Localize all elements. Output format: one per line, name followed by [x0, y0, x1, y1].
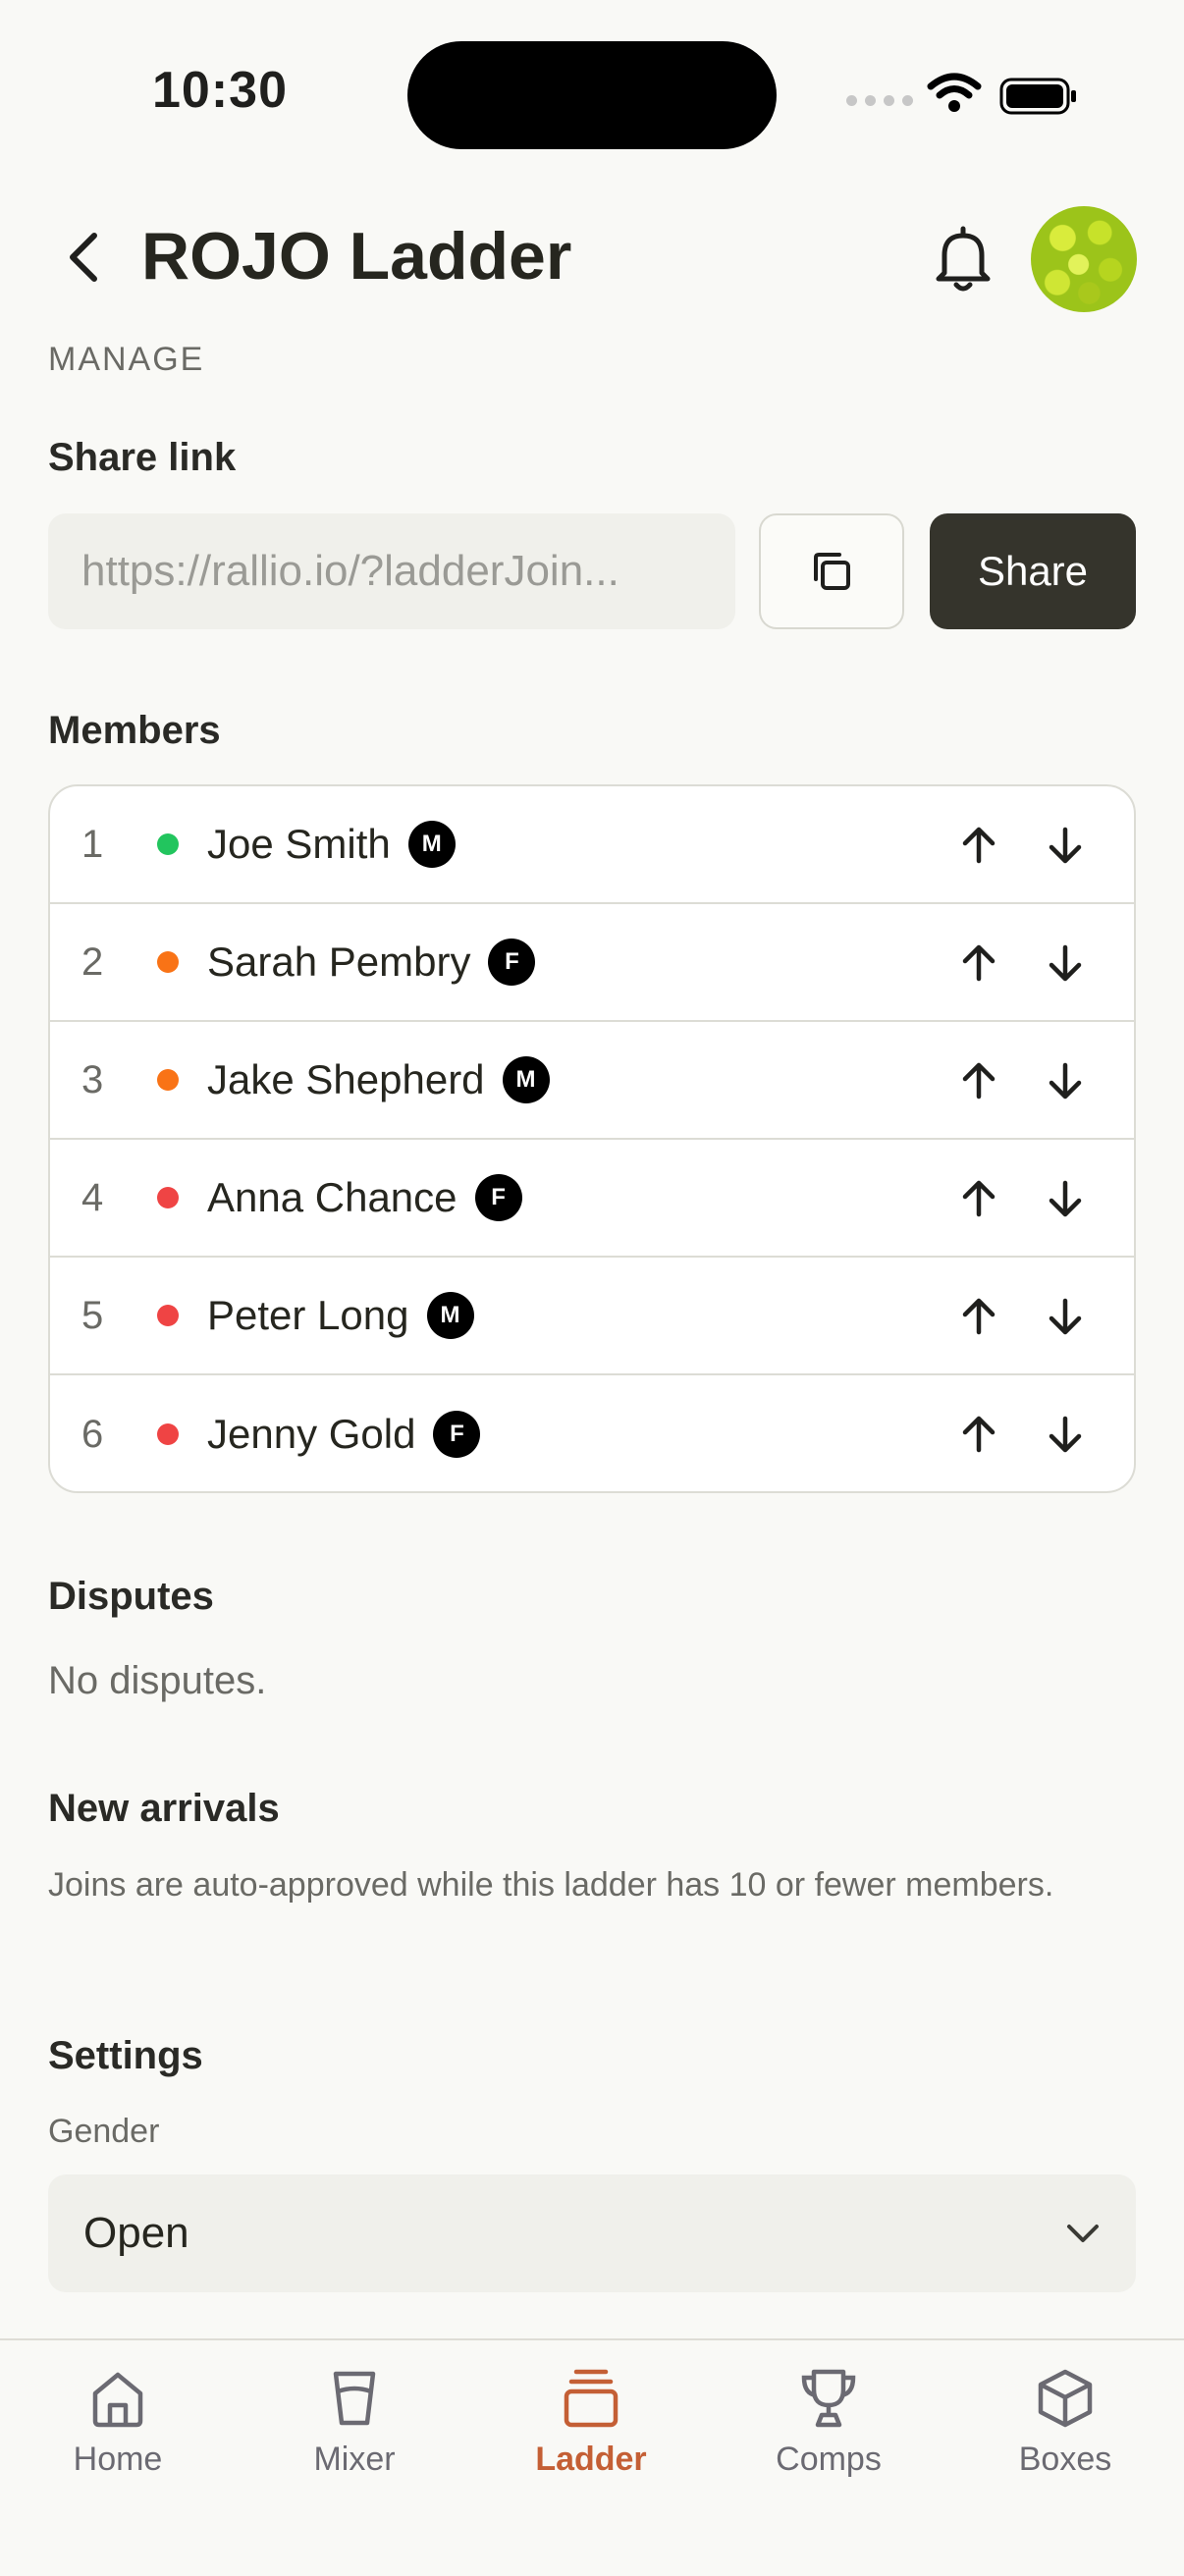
settings-label: Settings [48, 2034, 203, 2077]
member-row: 1 Joe Smith M [50, 786, 1134, 904]
member-name: Anna Chance [207, 1174, 457, 1220]
chevron-down-icon [1067, 2225, 1099, 2242]
disputes-label: Disputes [48, 1575, 214, 1618]
trophy-icon [801, 2369, 856, 2428]
members-list: 1 Joe Smith M 2 Sarah Pembry F 3 Jake Sh… [48, 784, 1136, 1493]
share-link-url: https://rallio.io/?ladderJoin... [81, 547, 619, 595]
avatar[interactable] [1031, 206, 1137, 312]
gender-select-value: Open [83, 2209, 189, 2257]
member-name: Joe Smith [207, 821, 391, 867]
nav-label: Boxes [1018, 2441, 1112, 2478]
cellular-signal-icon [846, 95, 913, 106]
move-up-arrow-icon[interactable] [955, 939, 1002, 987]
nav-label: Mixer [313, 2441, 396, 2478]
new-arrivals-label: New arrivals [48, 1787, 280, 1830]
nav-item-ladder[interactable]: Ladder [493, 2366, 689, 2479]
page-title: ROJO Ladder [141, 219, 572, 294]
member-row: 6 Jenny Gold F [50, 1375, 1134, 1491]
status-dot [157, 951, 179, 973]
stack-icon [564, 2369, 619, 2428]
nav-item-mixer[interactable]: Mixer [256, 2366, 453, 2479]
move-up-arrow-icon[interactable] [955, 1411, 1002, 1458]
box-icon [1038, 2369, 1093, 2428]
share-link-field[interactable]: https://rallio.io/?ladderJoin... [48, 513, 735, 629]
back-button[interactable] [59, 228, 108, 287]
member-row: 5 Peter Long M [50, 1258, 1134, 1375]
gender-badge: F [488, 939, 536, 986]
manage-eyebrow: MANAGE [48, 341, 205, 378]
status-dot [157, 1187, 179, 1208]
status-dot [157, 1423, 179, 1445]
gender-badge: M [426, 1292, 474, 1339]
gender-badge: M [502, 1056, 550, 1103]
member-name: Jake Shepherd [207, 1056, 485, 1102]
gender-badge: F [474, 1174, 522, 1221]
nav-label: Ladder [535, 2441, 647, 2478]
copy-icon [814, 553, 850, 590]
status-dot [157, 833, 179, 855]
member-name: Sarah Pembry [207, 939, 471, 985]
battery-icon [999, 78, 1076, 115]
gender-label: Gender [48, 2113, 160, 2150]
share-button[interactable]: Share [930, 513, 1136, 629]
member-name: Peter Long [207, 1292, 409, 1338]
move-down-arrow-icon[interactable] [1042, 822, 1089, 869]
gender-badge: M [407, 821, 456, 868]
move-up-arrow-icon[interactable] [955, 822, 1002, 869]
nav-item-boxes[interactable]: Boxes [967, 2366, 1163, 2479]
cup-icon [333, 2371, 376, 2426]
status-time: 10:30 [152, 62, 288, 119]
status-dot [157, 1305, 179, 1326]
home-icon [92, 2372, 143, 2428]
bottom-nav: Home Mixer Ladder Comps Boxes [0, 2338, 1184, 2576]
move-down-arrow-icon[interactable] [1042, 1293, 1089, 1340]
members-label: Members [48, 709, 221, 752]
move-down-arrow-icon[interactable] [1042, 1175, 1089, 1222]
wifi-icon [927, 73, 982, 112]
move-up-arrow-icon[interactable] [955, 1057, 1002, 1104]
dynamic-island [407, 41, 777, 149]
nav-label: Home [73, 2441, 163, 2478]
move-up-arrow-icon[interactable] [955, 1293, 1002, 1340]
nav-item-comps[interactable]: Comps [730, 2366, 927, 2479]
notifications-bell-icon[interactable] [929, 224, 997, 295]
status-dot [157, 1069, 179, 1091]
gender-select[interactable]: Open [48, 2174, 1136, 2292]
move-up-arrow-icon[interactable] [955, 1175, 1002, 1222]
member-row: 3 Jake Shepherd M [50, 1022, 1134, 1140]
member-name: Jenny Gold [207, 1411, 416, 1457]
move-down-arrow-icon[interactable] [1042, 1411, 1089, 1458]
disputes-text: No disputes. [48, 1659, 267, 1702]
nav-label: Comps [776, 2441, 882, 2478]
nav-item-home[interactable]: Home [20, 2366, 216, 2479]
new-arrivals-text: Joins are auto-approved while this ladde… [48, 1866, 1054, 1904]
move-down-arrow-icon[interactable] [1042, 939, 1089, 987]
copy-link-button[interactable] [759, 513, 904, 629]
share-link-label: Share link [48, 436, 237, 479]
move-down-arrow-icon[interactable] [1042, 1057, 1089, 1104]
member-row: 2 Sarah Pembry F [50, 904, 1134, 1022]
gender-badge: F [433, 1411, 481, 1458]
member-row: 4 Anna Chance F [50, 1140, 1134, 1258]
